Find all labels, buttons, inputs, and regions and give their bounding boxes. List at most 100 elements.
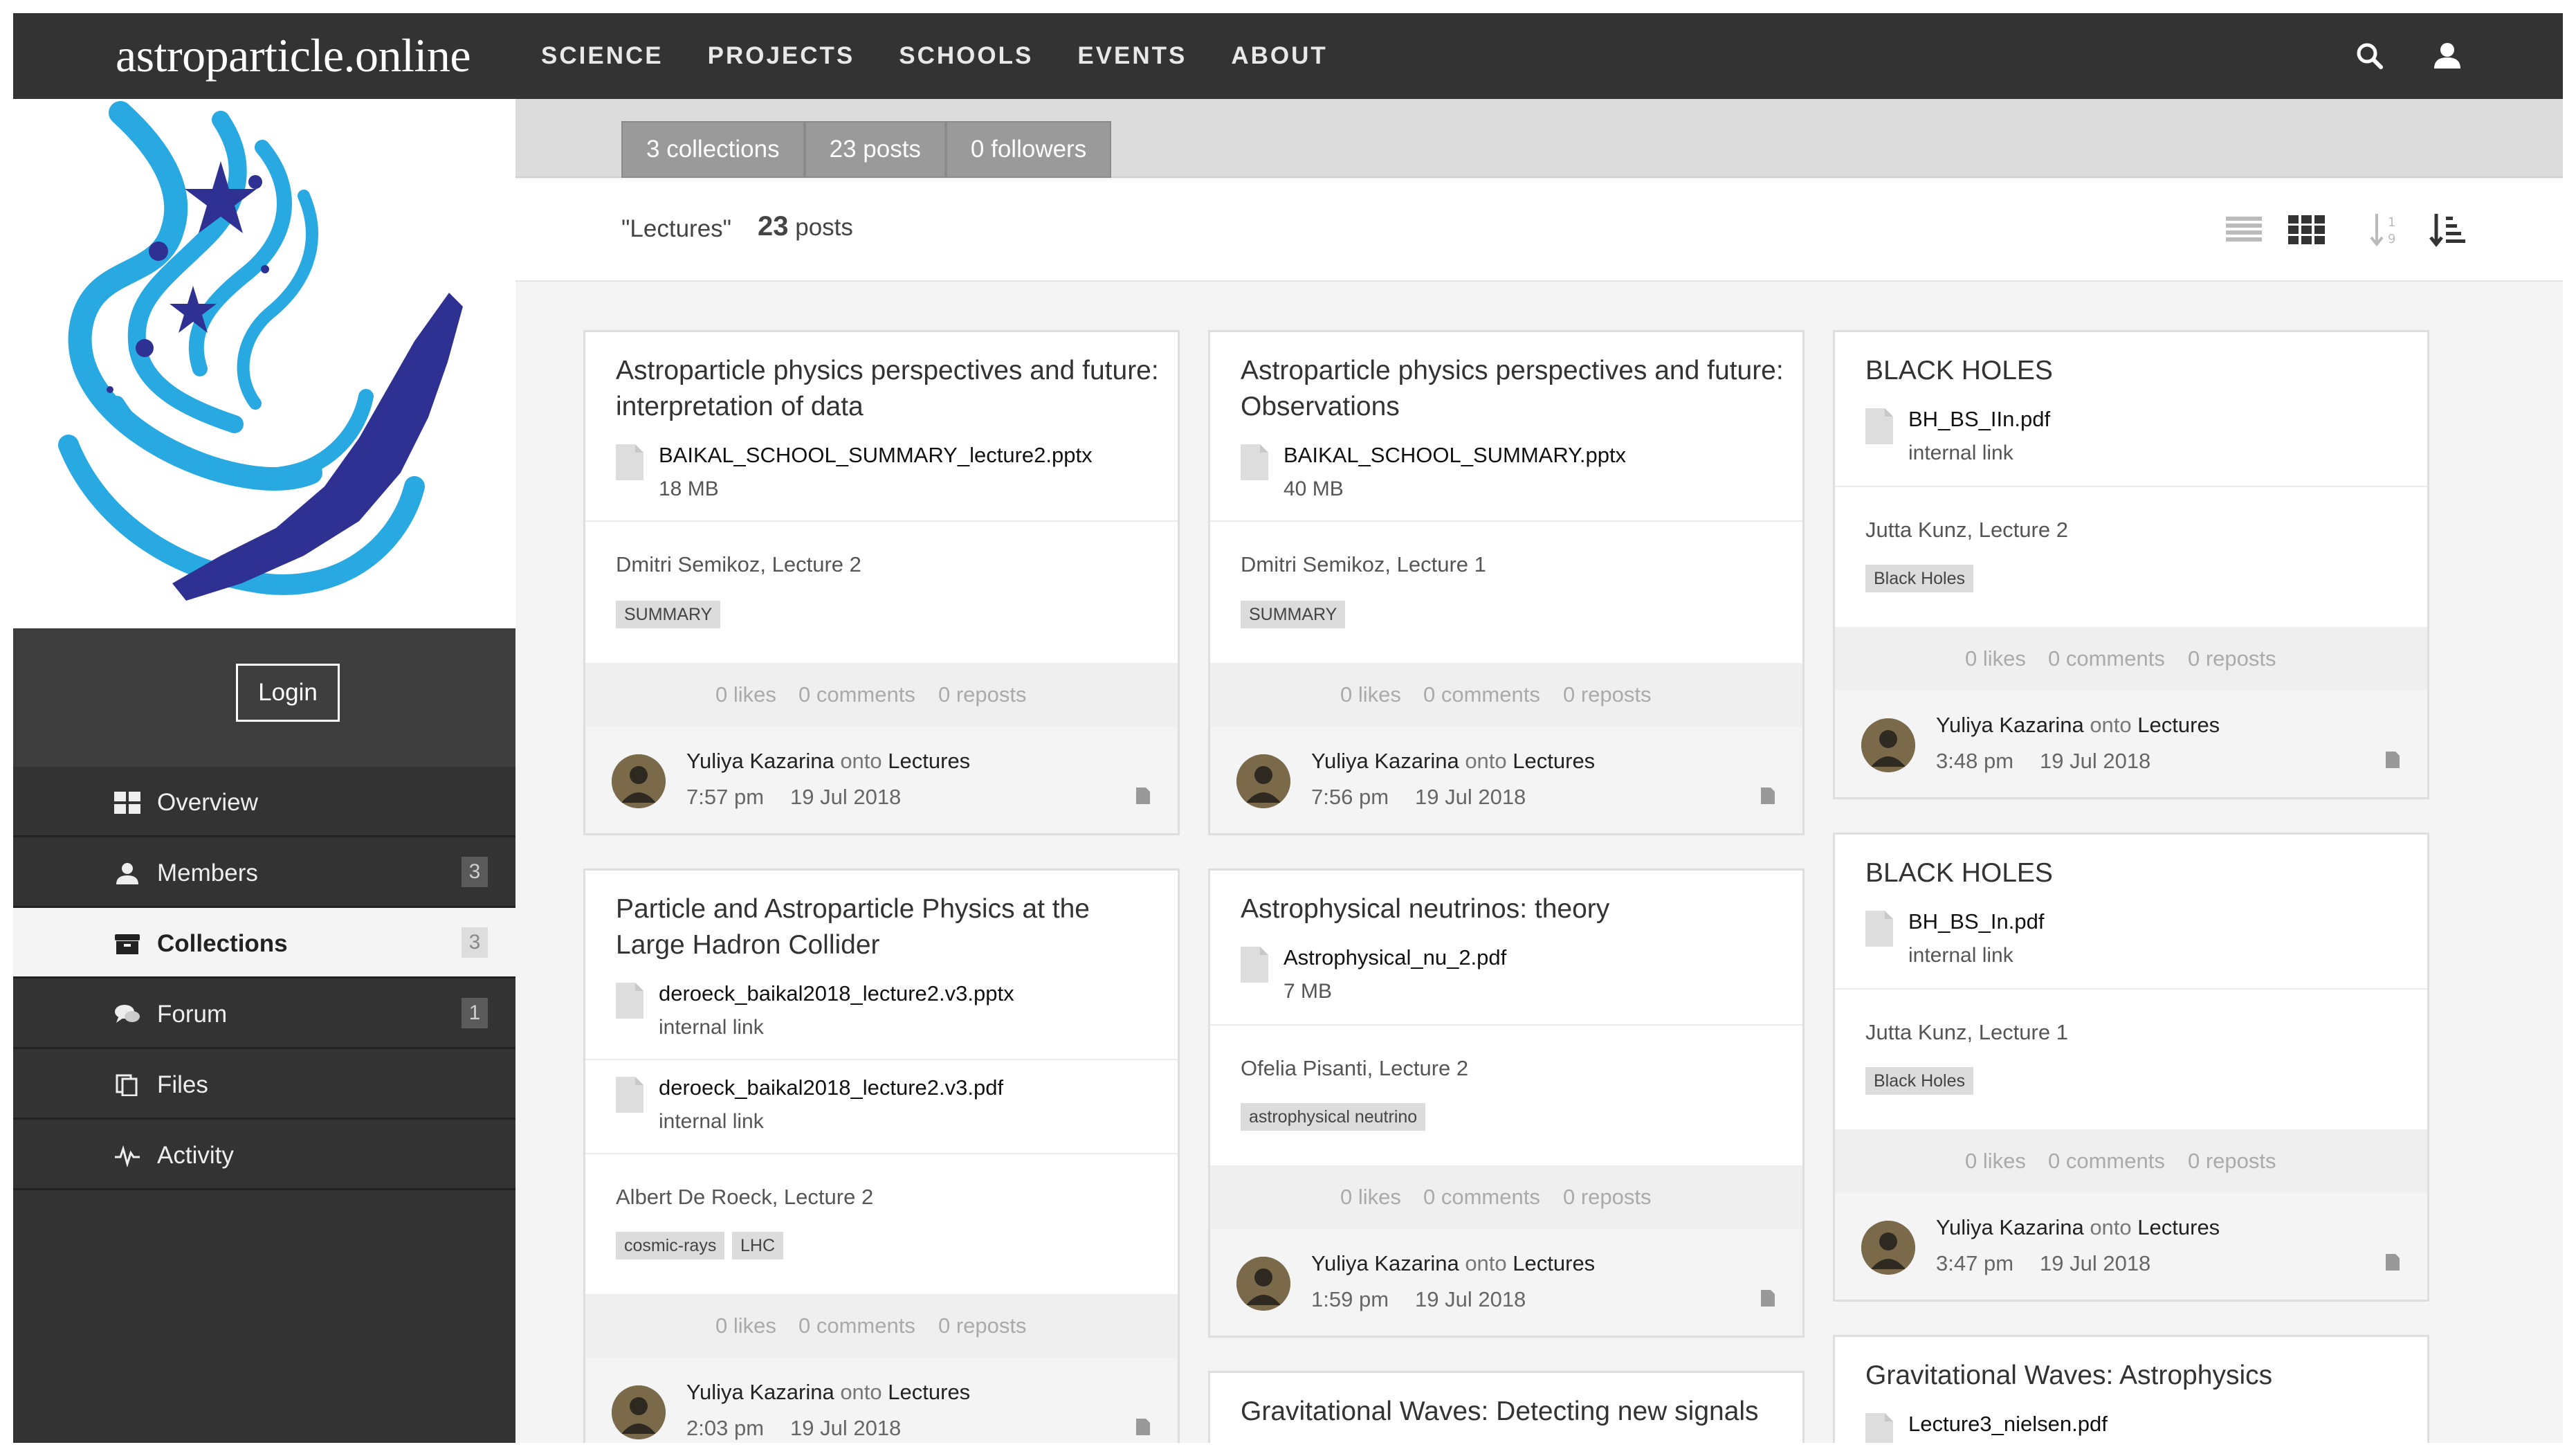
sidebar-item-activity[interactable]: Activity (13, 1120, 515, 1190)
likes-count[interactable]: 0 likes (1340, 1185, 1401, 1210)
post-card[interactable]: Astroparticle physics perspectives and f… (583, 330, 1180, 835)
tag[interactable]: LHC (732, 1232, 784, 1259)
sidebar-item-overview[interactable]: Overview (13, 767, 515, 837)
comments-count[interactable]: 0 comments (1423, 682, 1540, 707)
post-time: 3:47 pm (1936, 1251, 2014, 1275)
onto-label: onto (1465, 749, 1507, 773)
post-title[interactable]: Gravitational Waves: Detecting new signa… (1241, 1394, 1787, 1430)
grid-view-icon[interactable] (2287, 210, 2326, 248)
post-card[interactable]: Astroparticle physics perspectives and f… (1208, 330, 1805, 835)
post-stats: 0 likes 0 comments 0 reposts (1210, 1165, 1802, 1229)
post-title[interactable]: BLACK HOLES (1865, 353, 2412, 389)
post-card[interactable]: BLACK HOLES BH_BS_In.pdf internal link J… (1833, 832, 2429, 1302)
post-card[interactable]: Gravitational Waves: Detecting new signa… (1208, 1371, 1805, 1443)
list-view-icon[interactable] (2225, 210, 2263, 248)
search-icon[interactable] (2350, 37, 2389, 75)
post-time: 2:03 pm (686, 1416, 765, 1440)
reposts-count[interactable]: 0 reposts (1563, 682, 1652, 707)
avatar[interactable] (1236, 1257, 1290, 1311)
post-stats: 0 likes 0 comments 0 reposts (585, 1294, 1178, 1358)
tag[interactable]: Black Holes (1865, 565, 1973, 592)
reposts-count[interactable]: 0 reposts (938, 1313, 1027, 1338)
comments-count[interactable]: 0 comments (2048, 1149, 2165, 1174)
collection-link[interactable]: Lectures (2137, 1215, 2220, 1239)
file-link[interactable]: BH_BS_IIn.pdf (1908, 407, 2050, 432)
avatar[interactable] (612, 1385, 666, 1439)
likes-count[interactable]: 0 likes (715, 1313, 776, 1338)
tag[interactable]: Black Holes (1865, 1067, 1973, 1095)
site-brand[interactable]: astroparticle.online (116, 28, 471, 83)
nav-about[interactable]: ABOUT (1231, 42, 1327, 70)
avatar[interactable] (1236, 754, 1290, 808)
user-icon[interactable] (2428, 37, 2467, 75)
file-link[interactable]: Lecture3_nielsen.pdf (1908, 1412, 2108, 1437)
reposts-count[interactable]: 0 reposts (938, 682, 1027, 707)
collection-link[interactable]: Lectures (2137, 713, 2220, 737)
file-link[interactable]: deroeck_baikal2018_lecture2.v3.pptx (659, 981, 1014, 1006)
author-name[interactable]: Yuliya Kazarina (686, 1380, 834, 1404)
file-link[interactable]: Astrophysical_nu_2.pdf (1284, 945, 1506, 970)
reposts-count[interactable]: 0 reposts (2188, 1149, 2276, 1174)
divider (585, 520, 1178, 522)
comments-count[interactable]: 0 comments (2048, 646, 2165, 671)
author-name[interactable]: Yuliya Kazarina (1311, 749, 1459, 773)
sidebar-item-forum[interactable]: Forum 1 (13, 979, 515, 1049)
sidebar-item-collections[interactable]: Collections 3 (13, 908, 515, 979)
file-link[interactable]: BAIKAL_SCHOOL_SUMMARY.pptx (1284, 443, 1626, 468)
divider (585, 1153, 1178, 1154)
author-name[interactable]: Yuliya Kazarina (1936, 713, 2084, 737)
post-card[interactable]: Particle and Astroparticle Physics at th… (583, 868, 1180, 1443)
comments-count[interactable]: 0 comments (798, 682, 915, 707)
svg-text:1: 1 (2388, 215, 2395, 230)
post-card[interactable]: Gravitational Waves: Astrophysics Lectur… (1833, 1335, 2429, 1443)
avatar[interactable] (1861, 1221, 1915, 1275)
file-link[interactable]: BAIKAL_SCHOOL_SUMMARY_lecture2.pptx (659, 443, 1093, 468)
author-name[interactable]: Yuliya Kazarina (1936, 1215, 2084, 1239)
login-button[interactable]: Login (236, 664, 340, 722)
tab-followers[interactable]: 0 followers (945, 121, 1112, 178)
post-stats: 0 likes 0 comments 0 reposts (585, 663, 1178, 727)
likes-count[interactable]: 0 likes (1965, 646, 2026, 671)
tag[interactable]: SUMMARY (616, 601, 721, 628)
tag[interactable]: cosmic-rays (616, 1232, 725, 1259)
post-author: Yuliya Kazarina onto Lectures (1311, 1251, 1595, 1276)
reposts-count[interactable]: 0 reposts (2188, 646, 2276, 671)
tab-collections[interactable]: 3 collections (621, 121, 805, 178)
nav-schools[interactable]: SCHOOLS (899, 42, 1033, 70)
likes-count[interactable]: 0 likes (1340, 682, 1401, 707)
collection-link[interactable]: Lectures (888, 1380, 970, 1404)
post-title[interactable]: Astroparticle physics perspectives and f… (1241, 353, 1787, 425)
author-name[interactable]: Yuliya Kazarina (686, 749, 834, 773)
nav-projects[interactable]: PROJECTS (708, 42, 855, 70)
nav-events[interactable]: EVENTS (1077, 42, 1187, 70)
author-name[interactable]: Yuliya Kazarina (1311, 1251, 1459, 1275)
sort-numeric-icon[interactable]: 1 9 (2367, 210, 2406, 248)
post-title[interactable]: BLACK HOLES (1865, 855, 2412, 891)
post-title[interactable]: Particle and Astroparticle Physics at th… (616, 891, 1162, 963)
likes-count[interactable]: 0 likes (1965, 1149, 2026, 1174)
post-title[interactable]: Astroparticle physics perspectives and f… (616, 353, 1162, 425)
collection-link[interactable]: Lectures (888, 749, 970, 773)
comments-count[interactable]: 0 comments (1423, 1185, 1540, 1210)
tab-posts[interactable]: 23 posts (804, 121, 946, 178)
reposts-count[interactable]: 0 reposts (1563, 1185, 1652, 1210)
post-title[interactable]: Gravitational Waves: Astrophysics (1865, 1358, 2412, 1394)
sidebar-item-members[interactable]: Members 3 (13, 837, 515, 908)
comments-count[interactable]: 0 comments (798, 1313, 915, 1338)
collection-link[interactable]: Lectures (1513, 1251, 1595, 1275)
file-link[interactable]: deroeck_baikal2018_lecture2.v3.pdf (659, 1075, 1003, 1100)
likes-count[interactable]: 0 likes (715, 682, 776, 707)
file-link[interactable]: BH_BS_In.pdf (1908, 909, 2044, 934)
top-navbar: astroparticle.online SCIENCE PROJECTS SC… (13, 13, 2563, 99)
nav-science[interactable]: SCIENCE (541, 42, 664, 70)
sidebar-item-files[interactable]: Files (13, 1049, 515, 1120)
avatar[interactable] (1861, 718, 1915, 772)
post-title[interactable]: Astrophysical neutrinos: theory (1241, 891, 1787, 927)
post-card[interactable]: Astrophysical neutrinos: theory Astrophy… (1208, 868, 1805, 1338)
post-card[interactable]: BLACK HOLES BH_BS_IIn.pdf internal link … (1833, 330, 2429, 799)
sort-amount-icon[interactable] (2428, 210, 2467, 248)
tag[interactable]: SUMMARY (1241, 601, 1346, 628)
collection-link[interactable]: Lectures (1513, 749, 1595, 773)
avatar[interactable] (612, 754, 666, 808)
tag[interactable]: astrophysical neutrino (1241, 1103, 1426, 1131)
